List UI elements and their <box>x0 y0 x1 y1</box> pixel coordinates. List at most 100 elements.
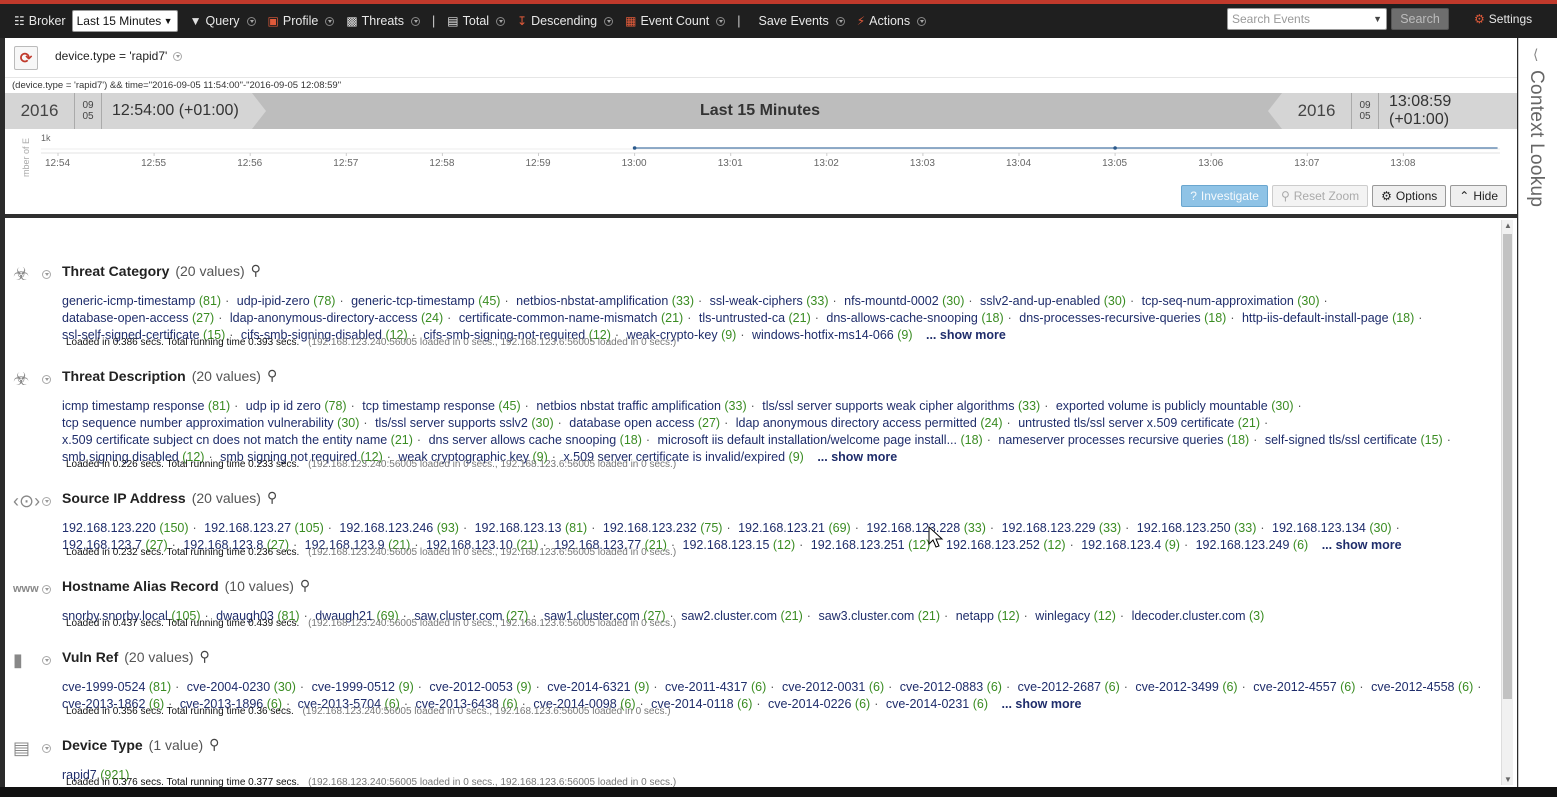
meta-title[interactable]: Threat Description (20 values) ⚲ <box>62 367 277 384</box>
meta-value[interactable]: cve-2011-4317 (6) <box>665 680 766 694</box>
meta-value[interactable]: 192.168.123.252 (12) <box>946 538 1066 552</box>
meta-value[interactable]: microsoft iis default installation/welco… <box>658 433 983 447</box>
results-scrollbar[interactable]: ▲ ▼ <box>1501 220 1513 785</box>
meta-value[interactable]: cve-2014-0226 (6) <box>768 697 870 711</box>
meta-value[interactable]: nfs-mountd-0002 (30) <box>844 294 964 308</box>
meta-value[interactable]: 192.168.123.228 (33) <box>866 521 986 535</box>
meta-value[interactable]: netbios-nbstat-amplification (33) <box>516 294 694 308</box>
meta-key-name[interactable]: Source IP Address <box>62 490 186 506</box>
search-button[interactable]: Search <box>1391 8 1449 30</box>
meta-value[interactable]: 192.168.123.220 (150) <box>62 521 189 535</box>
scroll-up-icon[interactable]: ▲ <box>1504 221 1512 230</box>
chevron-down-icon[interactable] <box>42 656 51 665</box>
meta-key-name[interactable]: Device Type <box>62 737 143 753</box>
meta-value[interactable]: saw2.cluster.com (21) <box>681 609 803 623</box>
time-range-select[interactable]: Last 15 Minutes ▼ <box>71 10 178 32</box>
meta-value[interactable]: 192.168.123.27 (105) <box>204 521 324 535</box>
hide-button[interactable]: ⌃ Hide <box>1450 185 1507 207</box>
chevron-down-icon[interactable] <box>42 744 51 753</box>
settings-button[interactable]: ⚙ Settings <box>1474 4 1532 34</box>
chevron-left-icon[interactable]: ⟨ <box>1533 46 1538 63</box>
meta-value[interactable]: winlegacy (12) <box>1035 609 1116 623</box>
meta-value[interactable]: x.509 certificate subject cn does not ma… <box>62 433 413 447</box>
search-icon[interactable]: ⚲ <box>300 577 310 594</box>
meta-key-name[interactable]: Vuln Ref <box>62 649 118 665</box>
meta-value[interactable]: tcp sequence number approximation vulner… <box>62 416 359 430</box>
meta-value[interactable]: cve-2014-0231 (6) <box>886 697 988 711</box>
broker-menu[interactable]: ☷ Broker <box>8 4 72 38</box>
meta-value[interactable]: ssl-weak-ciphers (33) <box>710 294 829 308</box>
chevron-down-icon[interactable] <box>42 497 51 506</box>
meta-value[interactable]: dns-processes-recursive-queries (18) <box>1019 311 1226 325</box>
descending-menu[interactable]: ↧ Descending <box>511 4 619 38</box>
scroll-thumb[interactable] <box>1503 234 1512 699</box>
meta-value[interactable]: cve-2012-0883 (6) <box>900 680 1002 694</box>
meta-value[interactable]: 192.168.123.250 (33) <box>1137 521 1257 535</box>
meta-value[interactable]: udp ip id zero (78) <box>246 399 347 413</box>
show-more-link[interactable]: ... show more <box>1312 538 1402 552</box>
meta-value[interactable]: cve-2012-4558 (6) <box>1371 680 1473 694</box>
chevron-down-icon[interactable] <box>42 375 51 384</box>
show-more-link[interactable]: ... show more <box>992 697 1082 711</box>
meta-title[interactable]: Vuln Ref (20 values) ⚲ <box>62 648 210 665</box>
meta-value[interactable]: tcp timestamp response (45) <box>362 399 520 413</box>
meta-value[interactable]: dns-allows-cache-snooping (18) <box>826 311 1003 325</box>
meta-value[interactable]: 192.168.123.134 (30) <box>1272 521 1392 535</box>
meta-title[interactable]: Device Type (1 value) ⚲ <box>62 736 219 753</box>
meta-value[interactable]: 192.168.123.246 (93) <box>339 521 459 535</box>
meta-value[interactable]: windows-hotfix-ms14-066 (9) <box>752 328 913 342</box>
search-icon[interactable]: ⚲ <box>251 262 261 279</box>
search-events-input[interactable]: Search Events ▼ <box>1227 8 1387 30</box>
show-more-link[interactable]: ... show more <box>916 328 1006 342</box>
meta-value[interactable]: cve-2012-0031 (6) <box>782 680 884 694</box>
search-icon[interactable]: ⚲ <box>200 648 210 665</box>
meta-value[interactable]: self-signed tls/ssl certificate (15) <box>1265 433 1443 447</box>
meta-value[interactable]: tls/ssl server supports weak cipher algo… <box>762 399 1040 413</box>
meta-value[interactable]: untrusted tls/ssl server x.509 certifica… <box>1018 416 1260 430</box>
meta-value[interactable]: 192.168.123.15 (12) <box>683 538 796 552</box>
meta-value[interactable]: nameserver processes recursive queries (… <box>998 433 1249 447</box>
investigate-button[interactable]: ? Investigate <box>1181 185 1268 207</box>
meta-key-name[interactable]: Threat Category <box>62 263 169 279</box>
search-icon[interactable]: ⚲ <box>267 367 277 384</box>
meta-value[interactable]: database-open-access (27) <box>62 311 214 325</box>
end-time-selector[interactable]: 2016 09 05 13:08:59 (+01:00) <box>1268 93 1517 129</box>
meta-value[interactable]: netbios nbstat traffic amplification (33… <box>536 399 746 413</box>
meta-value[interactable]: 192.168.123.249 (6) <box>1196 538 1309 552</box>
meta-value[interactable]: 192.168.123.229 (33) <box>1002 521 1122 535</box>
event-timeline-chart[interactable]: mber of E 1k 12:54 12:55 12:56 12:57 12:58 12:5… <box>5 129 1517 214</box>
meta-value[interactable]: cve-2012-3499 (6) <box>1135 680 1237 694</box>
meta-value[interactable]: cve-2012-4557 (6) <box>1253 680 1355 694</box>
reset-zoom-button[interactable]: ⚲ Reset Zoom <box>1271 185 1369 207</box>
save-events-menu[interactable]: Save Events <box>753 4 851 38</box>
meta-value[interactable]: ldecoder.cluster.com (3) <box>1132 609 1265 623</box>
threats-menu[interactable]: ▩ Threats <box>340 4 426 38</box>
actions-menu[interactable]: ⚡ Actions <box>851 4 932 38</box>
meta-value[interactable]: 192.168.123.251 (12) <box>811 538 931 552</box>
meta-value[interactable]: cve-1999-0512 (9) <box>312 680 414 694</box>
meta-value[interactable]: dns server allows cache snooping (18) <box>429 433 642 447</box>
meta-value[interactable]: 192.168.123.232 (75) <box>603 521 723 535</box>
meta-value[interactable]: cve-2012-0053 (9) <box>429 680 531 694</box>
meta-value[interactable]: ldap anonymous directory access permitte… <box>736 416 1003 430</box>
chevron-down-icon[interactable] <box>42 270 51 279</box>
meta-value[interactable]: tls/ssl server supports sslv2 (30) <box>375 416 554 430</box>
meta-value[interactable]: sslv2-and-up-enabled (30) <box>980 294 1126 308</box>
show-more-link[interactable]: ... show more <box>807 450 897 464</box>
meta-value[interactable]: generic-icmp-timestamp (81) <box>62 294 221 308</box>
meta-value[interactable]: 192.168.123.21 (69) <box>738 521 851 535</box>
meta-value[interactable]: generic-tcp-timestamp (45) <box>351 294 500 308</box>
query-menu[interactable]: ▼ Query <box>184 4 262 38</box>
query-pill[interactable]: device.type = 'rapid7' <box>55 49 183 63</box>
start-time-selector[interactable]: 2016 09 05 12:54:00 (+01:00) <box>5 93 266 129</box>
meta-key-name[interactable]: Hostname Alias Record <box>62 578 219 594</box>
meta-title[interactable]: Hostname Alias Record (10 values) ⚲ <box>62 577 310 594</box>
meta-value[interactable]: tls-untrusted-ca (21) <box>699 311 811 325</box>
meta-value[interactable]: 192.168.123.13 (81) <box>475 521 588 535</box>
event-count-menu[interactable]: ▦ Event Count <box>619 4 731 38</box>
context-lookup-panel[interactable]: ⟨ Context Lookup <box>1518 38 1557 787</box>
chevron-down-icon[interactable] <box>42 585 51 594</box>
meta-value[interactable]: icmp timestamp response (81) <box>62 399 230 413</box>
meta-title[interactable]: Threat Category (20 values) ⚲ <box>62 262 261 279</box>
profile-menu[interactable]: ▣ Profile <box>262 4 341 38</box>
